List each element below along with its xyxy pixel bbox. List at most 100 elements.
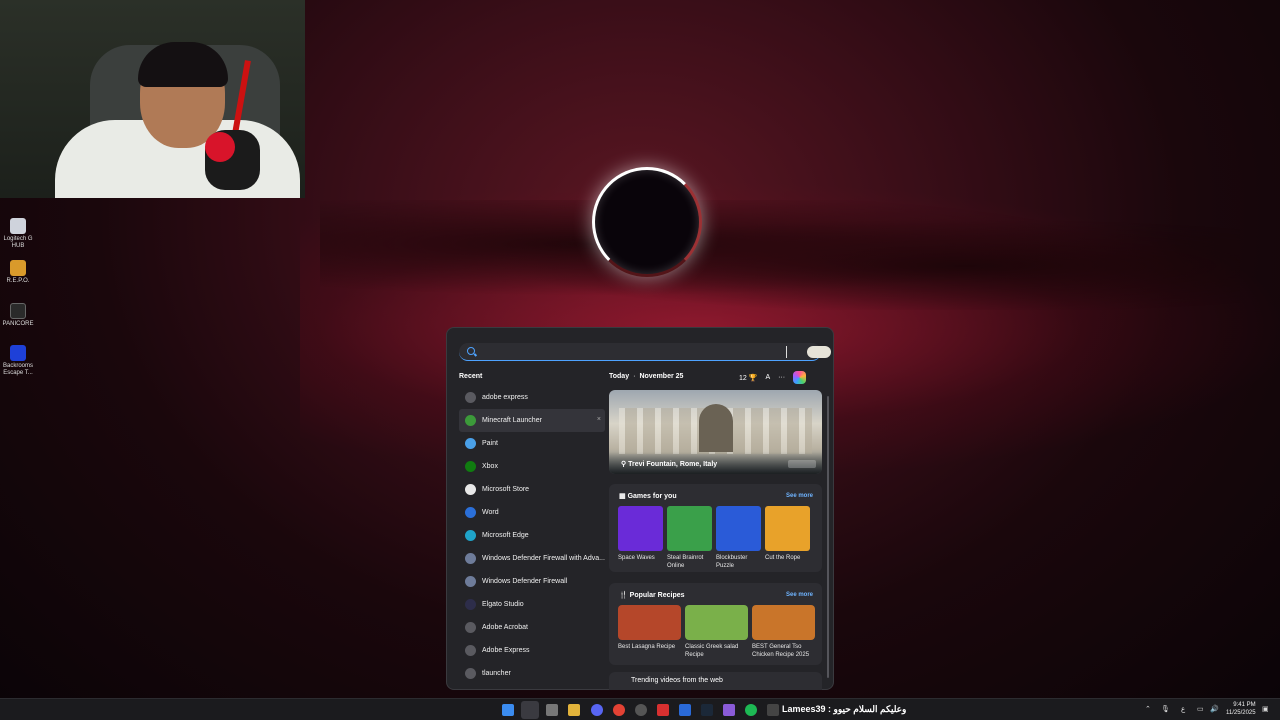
desktop-icon-logitech[interactable]: Logitech G HUB [0,218,36,250]
recent-item-label: tlauncher [482,670,511,677]
font-size-button[interactable]: A [765,374,770,381]
trending-title: Trending videos from the web [631,677,723,684]
recent-item[interactable]: Paint [459,432,605,455]
notification-icon[interactable]: ▣ [1262,705,1269,713]
recipes-see-more-link[interactable]: See more [786,592,813,598]
search-input[interactable] [459,343,831,361]
hero-location: ⚲ Trevi Fountain, Rome, Italy [621,461,718,468]
game-title: Blockbuster Puzzle [716,555,748,569]
recipe-tile[interactable]: Best Lasagna Recipe [618,605,681,659]
minecraft-icon [465,415,476,426]
firewall-icon [465,576,476,587]
search-taskbar-button[interactable] [521,701,539,719]
steam-icon[interactable] [701,704,713,716]
tray-chevron-icon[interactable]: ⌃ [1145,705,1151,713]
recent-item-label: Adobe Express [482,647,530,654]
word-icon [465,507,476,518]
task-view-icon[interactable] [546,704,558,716]
network-icon[interactable]: ▭ [1197,705,1204,713]
recipe-title: Classic Greek salad Recipe [685,644,739,658]
spotify-icon[interactable] [745,704,757,716]
fork-knife-icon: 🍴 [619,592,628,599]
recent-item[interactable]: Windows Defender Firewall [459,570,605,593]
more-options-button[interactable]: ··· [778,374,785,381]
recent-item[interactable]: Xbox [459,455,605,478]
game-thumbnail [765,506,810,551]
desktop-icon-backrooms[interactable]: Backrooms Escape T... [0,345,36,377]
recent-item-label: adobe express [482,394,528,401]
recent-item[interactable]: Adobe Express [459,639,605,662]
recent-item[interactable]: Microsoft Edge [459,524,605,547]
recent-item[interactable]: tlauncher [459,662,605,685]
search-result-icon [465,622,476,633]
search-result-icon [465,645,476,656]
trending-videos-card[interactable]: Trending videos from the web [609,672,822,690]
recent-item-label: Elgato Studio [482,601,524,608]
discord-icon[interactable] [591,704,603,716]
trophy-icon: 🏆 [748,374,758,382]
game-tile[interactable]: Cut the Rope [765,506,810,570]
bing-chat-button[interactable] [807,346,831,358]
recipe-thumbnail [685,605,748,640]
game-thumbnail [618,506,663,551]
recent-item-label: Microsoft Edge [482,532,529,539]
recipe-tile[interactable]: BEST General Tso Chicken Recipe 2025 [752,605,815,659]
xbox-icon [465,461,476,472]
wallpaper-eclipse [592,167,702,277]
recent-item-label: Adobe Acrobat [482,624,528,631]
remove-recent-button[interactable]: × [597,416,601,423]
recipe-thumbnail [618,605,681,640]
recent-item[interactable]: Elgato Studio [459,593,605,616]
today-label: Today [609,373,630,380]
recent-item[interactable]: Minecraft Launcher × [459,409,605,432]
webcam-overlay [0,0,305,198]
recent-item[interactable]: Microsoft Store [459,478,605,501]
file-explorer-icon[interactable] [568,704,580,716]
app-red-icon[interactable] [657,704,669,716]
taskbar: Lamees39 : وعليكم السلام حيوو ⌃ 🎙 ع ▭ 🔊 … [0,698,1280,720]
recipe-tile[interactable]: Classic Greek salad Recipe [685,605,748,659]
panel-scrollbar[interactable] [827,396,829,678]
firewall-icon [465,553,476,564]
copilot-icon[interactable] [793,371,807,384]
stream-chat-message: Lamees39 : وعليكم السلام حيوو [782,704,907,714]
search-icon [467,347,475,355]
obs-icon[interactable] [635,704,647,716]
desktop-icon-panicore[interactable]: PANICORE [0,303,36,328]
recent-item[interactable]: Adobe Acrobat [459,616,605,639]
recent-item[interactable]: adobe express [459,386,605,409]
recent-item-label: Microsoft Store [482,486,530,493]
rewards-points[interactable]: 12 🏆 [739,374,757,382]
app-purple-icon[interactable] [723,704,735,716]
recipes-title: 🍴 Popular Recipes [619,592,685,599]
recipe-title: BEST General Tso Chicken Recipe 2025 [752,644,810,658]
game-tile[interactable]: Steal Brainrot Online [667,506,712,570]
game-tile[interactable]: Space Waves [618,506,663,570]
games-title: ▦ Games for you [619,493,677,500]
terminal-icon[interactable] [767,704,779,716]
games-see-more-link[interactable]: See more [786,493,813,499]
input-language-indicator[interactable]: ع [1181,705,1185,713]
recipe-thumbnail [752,605,815,640]
text-caret [786,346,787,358]
chrome-icon[interactable] [613,704,625,716]
panicore-icon [10,303,26,319]
edge-icon [465,530,476,541]
recent-item-label: Word [482,509,499,516]
recent-item-label: Paint [482,440,498,447]
volume-icon[interactable]: 🔊 [1210,705,1219,713]
app-blue-icon[interactable] [679,704,691,716]
recent-item[interactable]: Word [459,501,605,524]
clock[interactable]: 9:41 PM 11/25/2025 [1226,701,1256,717]
recent-item[interactable]: Windows Defender Firewall with Adva... [459,547,605,570]
desktop-icon-label: PANICORE [2,321,34,327]
microphone-icon[interactable]: 🎙 [1161,705,1170,713]
game-title: Steal Brainrot Online [667,555,704,569]
game-tile[interactable]: Blockbuster Puzzle [716,506,761,570]
elgato-icon [465,599,476,610]
start-icon[interactable] [502,704,514,716]
games-icon: ▦ [619,493,626,500]
bing-badge [788,460,816,468]
hero-card-trevi[interactable]: ⚲ Trevi Fountain, Rome, Italy [609,390,822,474]
desktop-icon-repo[interactable]: R.E.P.O. [0,260,36,285]
